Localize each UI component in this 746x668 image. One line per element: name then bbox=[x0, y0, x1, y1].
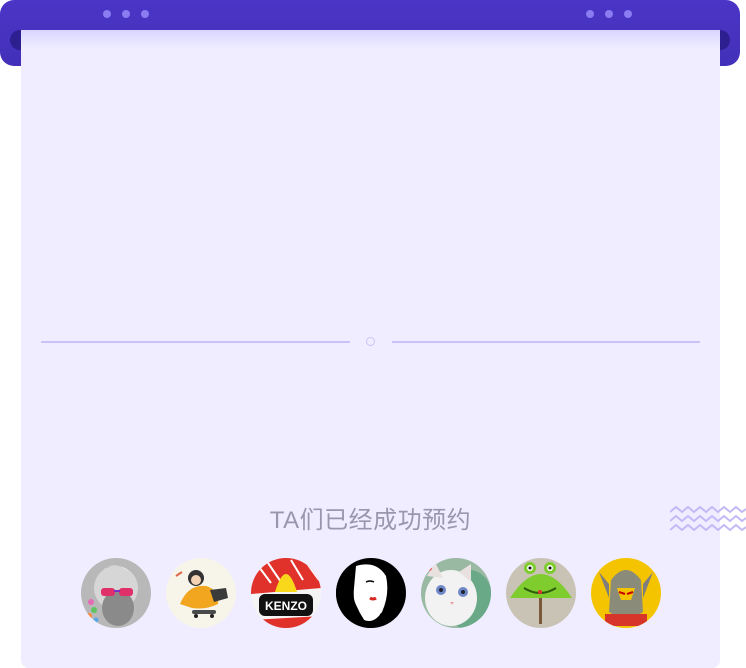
header-dots-right bbox=[586, 10, 632, 18]
avatar-skater-illustration[interactable] bbox=[166, 558, 236, 628]
avatar-kenzo[interactable]: KENZO bbox=[251, 558, 321, 628]
dot-icon bbox=[141, 10, 149, 18]
avatar-list: KENZO bbox=[81, 558, 661, 628]
divider-line-right bbox=[392, 341, 700, 343]
svg-text:KENZO: KENZO bbox=[265, 599, 307, 613]
avatar-frog-umbrella[interactable] bbox=[506, 558, 576, 628]
avatar-robot-helmet[interactable] bbox=[591, 558, 661, 628]
content-card: TA们已经成功预约 KENZO bbox=[21, 30, 720, 668]
divider bbox=[41, 337, 700, 346]
dot-icon bbox=[103, 10, 111, 18]
divider-circle-icon bbox=[366, 337, 375, 346]
zigzag-decoration-icon bbox=[670, 506, 746, 532]
dot-icon bbox=[624, 10, 632, 18]
avatar-ink-woman[interactable] bbox=[336, 558, 406, 628]
avatar-old-man-sunglasses[interactable] bbox=[81, 558, 151, 628]
avatar-cat[interactable] bbox=[421, 558, 491, 628]
dot-icon bbox=[586, 10, 594, 18]
dot-icon bbox=[122, 10, 130, 18]
booked-caption: TA们已经成功预约 bbox=[269, 507, 472, 534]
divider-line-left bbox=[41, 341, 350, 343]
header-dots-left bbox=[103, 10, 149, 18]
dot-icon bbox=[605, 10, 613, 18]
